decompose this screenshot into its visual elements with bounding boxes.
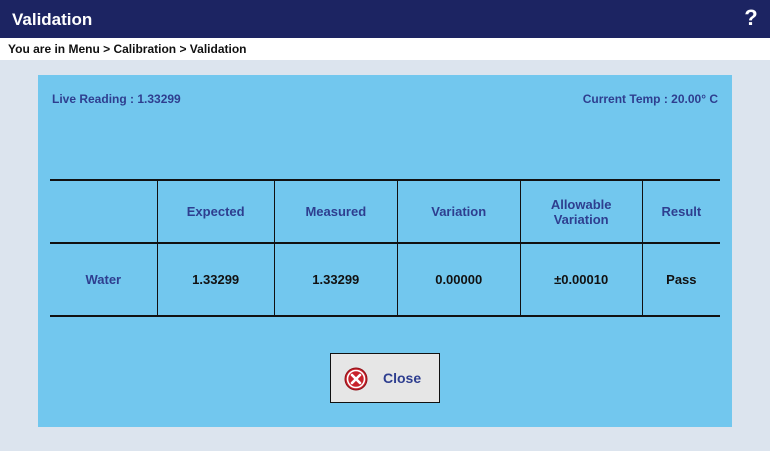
table-row: Water 1.33299 1.33299 0.00000 ±0.00010 P… xyxy=(50,243,720,317)
title-bar: Validation ? xyxy=(0,0,770,38)
breadcrumb: You are in Menu > Calibration > Validati… xyxy=(0,38,770,60)
cell-measured: 1.33299 xyxy=(273,243,398,317)
header-sample xyxy=(50,179,158,244)
current-temp: Current Temp : 20.00° C xyxy=(582,92,718,106)
header-expected: Expected xyxy=(156,179,275,244)
cell-sample: Water xyxy=(50,243,158,317)
cell-expected: 1.33299 xyxy=(156,243,275,317)
cell-variation: 0.00000 xyxy=(396,243,521,317)
validation-panel: Live Reading : 1.33299 Current Temp : 20… xyxy=(38,75,732,427)
breadcrumb-text: You are in Menu > Calibration > Validati… xyxy=(8,42,247,56)
close-circle-icon xyxy=(344,367,368,391)
header-variation: Variation xyxy=(396,179,521,244)
header-result: Result xyxy=(641,179,720,244)
cell-allowable-variation: ±0.00010 xyxy=(519,243,643,317)
header-measured: Measured xyxy=(273,179,398,244)
live-reading: Live Reading : 1.33299 xyxy=(52,92,181,106)
close-button-label: Close xyxy=(383,370,422,386)
table-header-row: Expected Measured Variation Allowable Va… xyxy=(50,179,720,244)
help-icon[interactable]: ? xyxy=(740,6,762,30)
validation-table: Expected Measured Variation Allowable Va… xyxy=(50,179,720,317)
cell-result: Pass xyxy=(641,243,720,317)
header-allowable-variation: Allowable Variation xyxy=(519,179,643,244)
close-button[interactable]: Close xyxy=(330,353,440,403)
window-title: Validation xyxy=(12,10,93,29)
